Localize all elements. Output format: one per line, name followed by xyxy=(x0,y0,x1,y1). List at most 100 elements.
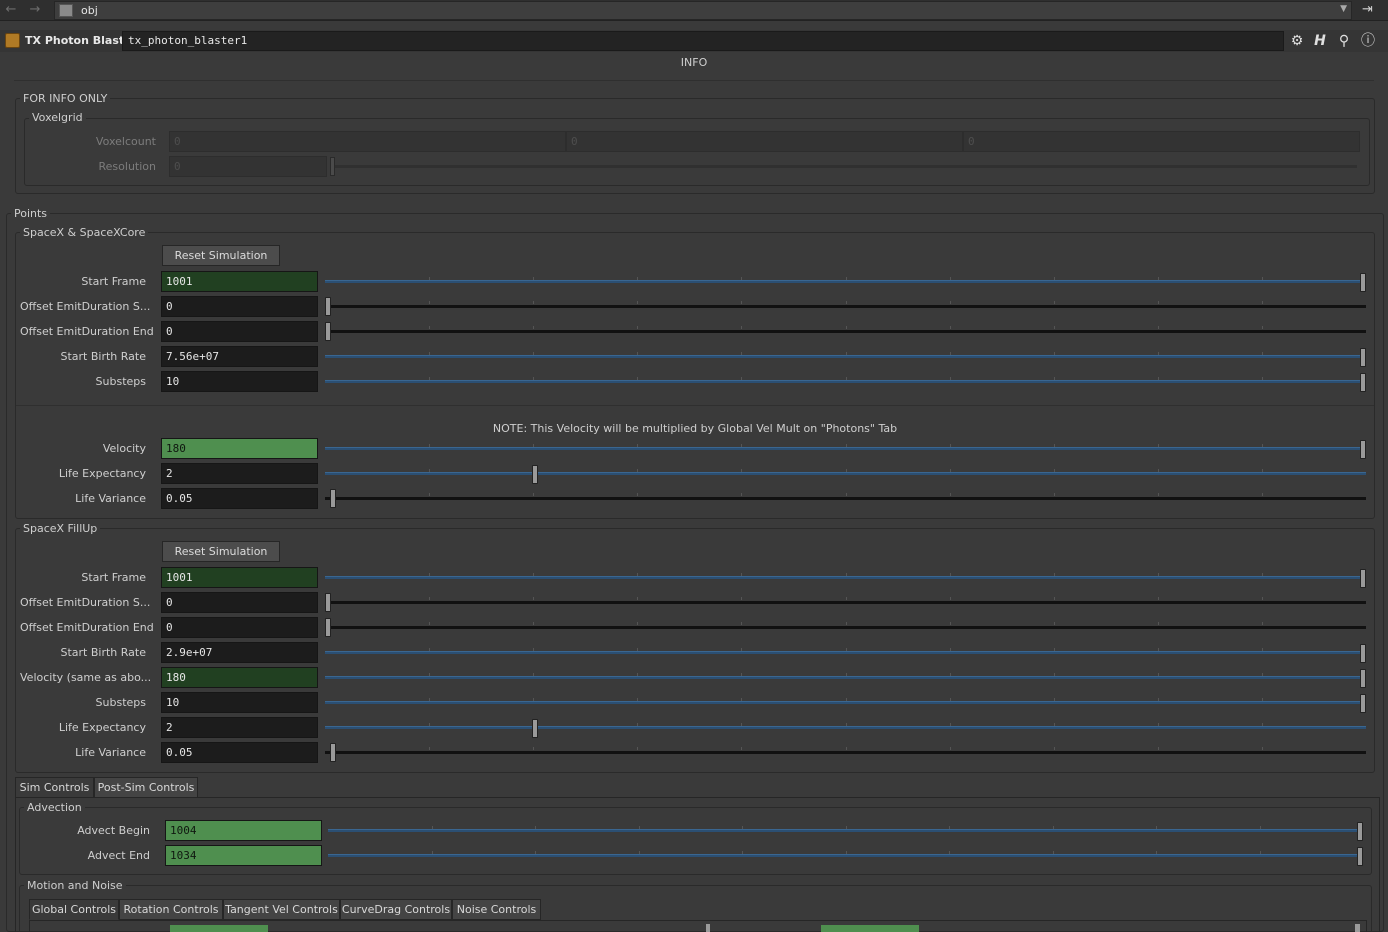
arrow-left-icon[interactable]: ← xyxy=(4,3,18,17)
slider-handle[interactable] xyxy=(325,297,331,316)
param-slider[interactable] xyxy=(325,348,1366,367)
slider-handle[interactable] xyxy=(1357,847,1363,866)
tab-tangent-vel-controls[interactable]: Tangent Vel Controls xyxy=(223,899,340,920)
param-slider[interactable] xyxy=(325,465,1366,484)
reset-simulation-button[interactable]: Reset Simulation xyxy=(162,245,280,266)
param-slider[interactable] xyxy=(325,569,1366,588)
slider-tick xyxy=(846,573,847,576)
slider-tick xyxy=(1054,622,1055,625)
param-value-field[interactable]: 2.9e+07 xyxy=(161,642,318,663)
param-value-field[interactable]: 10 xyxy=(161,371,318,392)
slider-handle[interactable] xyxy=(1360,373,1366,392)
param-slider[interactable] xyxy=(325,489,1366,508)
param-slider[interactable] xyxy=(325,373,1366,392)
slider-handle[interactable] xyxy=(1360,348,1366,367)
partial-handle[interactable] xyxy=(706,924,710,932)
slider-tick xyxy=(1054,698,1055,701)
param-label: Life Expectancy xyxy=(58,721,146,734)
partial-field[interactable] xyxy=(821,925,919,932)
param-value-field[interactable]: 10 xyxy=(161,692,318,713)
tab-noise-controls[interactable]: Noise Controls xyxy=(452,899,541,920)
slider-handle[interactable] xyxy=(532,719,538,738)
slider-handle[interactable] xyxy=(1357,822,1363,841)
partial-field[interactable] xyxy=(170,925,268,932)
slider-handle[interactable] xyxy=(1360,273,1366,292)
param-slider[interactable] xyxy=(325,669,1366,688)
slider-handle[interactable] xyxy=(1360,694,1366,713)
slider-handle[interactable] xyxy=(325,618,331,637)
param-value-field[interactable]: 2 xyxy=(161,463,318,484)
slider-tick xyxy=(1054,493,1055,496)
slider-handle[interactable] xyxy=(1360,644,1366,663)
network-path-field[interactable]: obj ▼ xyxy=(54,1,1352,20)
param-slider[interactable] xyxy=(328,822,1363,841)
for-info-only-label: FOR INFO ONLY xyxy=(20,92,111,105)
slider-tick xyxy=(741,573,742,576)
partial-handle[interactable] xyxy=(1355,924,1360,932)
tab-curvedrag-controls[interactable]: CurveDrag Controls xyxy=(340,899,452,920)
help-h-icon[interactable]: H xyxy=(1311,32,1329,50)
slider-handle[interactable] xyxy=(1360,569,1366,588)
param-slider[interactable] xyxy=(325,322,1366,341)
slider-tick xyxy=(639,826,640,829)
slider-tick xyxy=(429,352,430,355)
voxelcount-label: Voxelcount xyxy=(95,135,156,148)
param-value-field[interactable]: 1004 xyxy=(165,820,322,841)
node-name-field[interactable]: tx_photon_blaster1 xyxy=(122,31,1284,51)
slider-tick xyxy=(1054,573,1055,576)
param-value-field[interactable]: 0.05 xyxy=(161,488,318,509)
param-value-field[interactable]: 1001 xyxy=(161,271,318,292)
param-slider[interactable] xyxy=(325,297,1366,316)
param-value-field[interactable]: 0 xyxy=(161,321,318,342)
param-slider[interactable] xyxy=(328,847,1363,866)
arrow-right-icon[interactable]: → xyxy=(28,3,42,17)
info-icon[interactable]: ⓘ xyxy=(1359,32,1377,50)
gear-icon[interactable]: ⚙ xyxy=(1288,32,1306,50)
param-value-field[interactable]: 0.05 xyxy=(161,742,318,763)
param-slider[interactable] xyxy=(325,618,1366,637)
slider-tick xyxy=(1158,673,1159,676)
motion-noise-label: Motion and Noise xyxy=(24,879,126,892)
slider-tick xyxy=(637,377,638,380)
param-value-field[interactable]: 2 xyxy=(161,717,318,738)
slider-tick xyxy=(637,747,638,750)
param-value-field[interactable]: 180 xyxy=(161,438,318,459)
resolution-slider xyxy=(330,157,1357,176)
slider-tick xyxy=(533,747,534,750)
node-type-icon[interactable] xyxy=(5,33,20,48)
slider-tick xyxy=(1158,747,1159,750)
param-value-field[interactable]: 180 xyxy=(161,667,318,688)
slider-tick xyxy=(1158,698,1159,701)
slider-handle[interactable] xyxy=(325,322,331,341)
param-value-field[interactable]: 1001 xyxy=(161,567,318,588)
param-slider[interactable] xyxy=(325,593,1366,612)
tab-sim-controls[interactable]: Sim Controls xyxy=(15,777,94,798)
param-slider[interactable] xyxy=(325,644,1366,663)
tab-rotation-controls[interactable]: Rotation Controls xyxy=(119,899,223,920)
param-value-field[interactable]: 0 xyxy=(161,592,318,613)
param-slider[interactable] xyxy=(325,743,1366,762)
param-value-field[interactable]: 1034 xyxy=(165,845,322,866)
param-slider[interactable] xyxy=(325,719,1366,738)
param-value-field[interactable]: 0 xyxy=(161,617,318,638)
slider-tick xyxy=(741,698,742,701)
search-icon[interactable]: ⚲ xyxy=(1335,32,1353,50)
slider-handle[interactable] xyxy=(1360,669,1366,688)
pin-icon[interactable]: ⇥ xyxy=(1362,2,1373,17)
tab-global-controls[interactable]: Global Controls xyxy=(29,899,119,920)
slider-tick xyxy=(1262,573,1263,576)
slider-handle[interactable] xyxy=(532,465,538,484)
slider-handle[interactable] xyxy=(330,743,336,762)
param-slider[interactable] xyxy=(325,440,1366,459)
param-slider[interactable] xyxy=(325,694,1366,713)
param-slider[interactable] xyxy=(325,273,1366,292)
param-value-field[interactable]: 7.56e+07 xyxy=(161,346,318,367)
param-label: Start Birth Rate xyxy=(60,350,147,363)
slider-handle[interactable] xyxy=(330,489,336,508)
chevron-down-icon[interactable]: ▼ xyxy=(1340,4,1347,14)
param-value-field[interactable]: 0 xyxy=(161,296,318,317)
fillup-reset-simulation-button[interactable]: Reset Simulation xyxy=(162,541,280,562)
tab-post-sim-controls[interactable]: Post-Sim Controls xyxy=(94,777,198,798)
slider-handle[interactable] xyxy=(325,593,331,612)
slider-handle[interactable] xyxy=(1360,440,1366,459)
